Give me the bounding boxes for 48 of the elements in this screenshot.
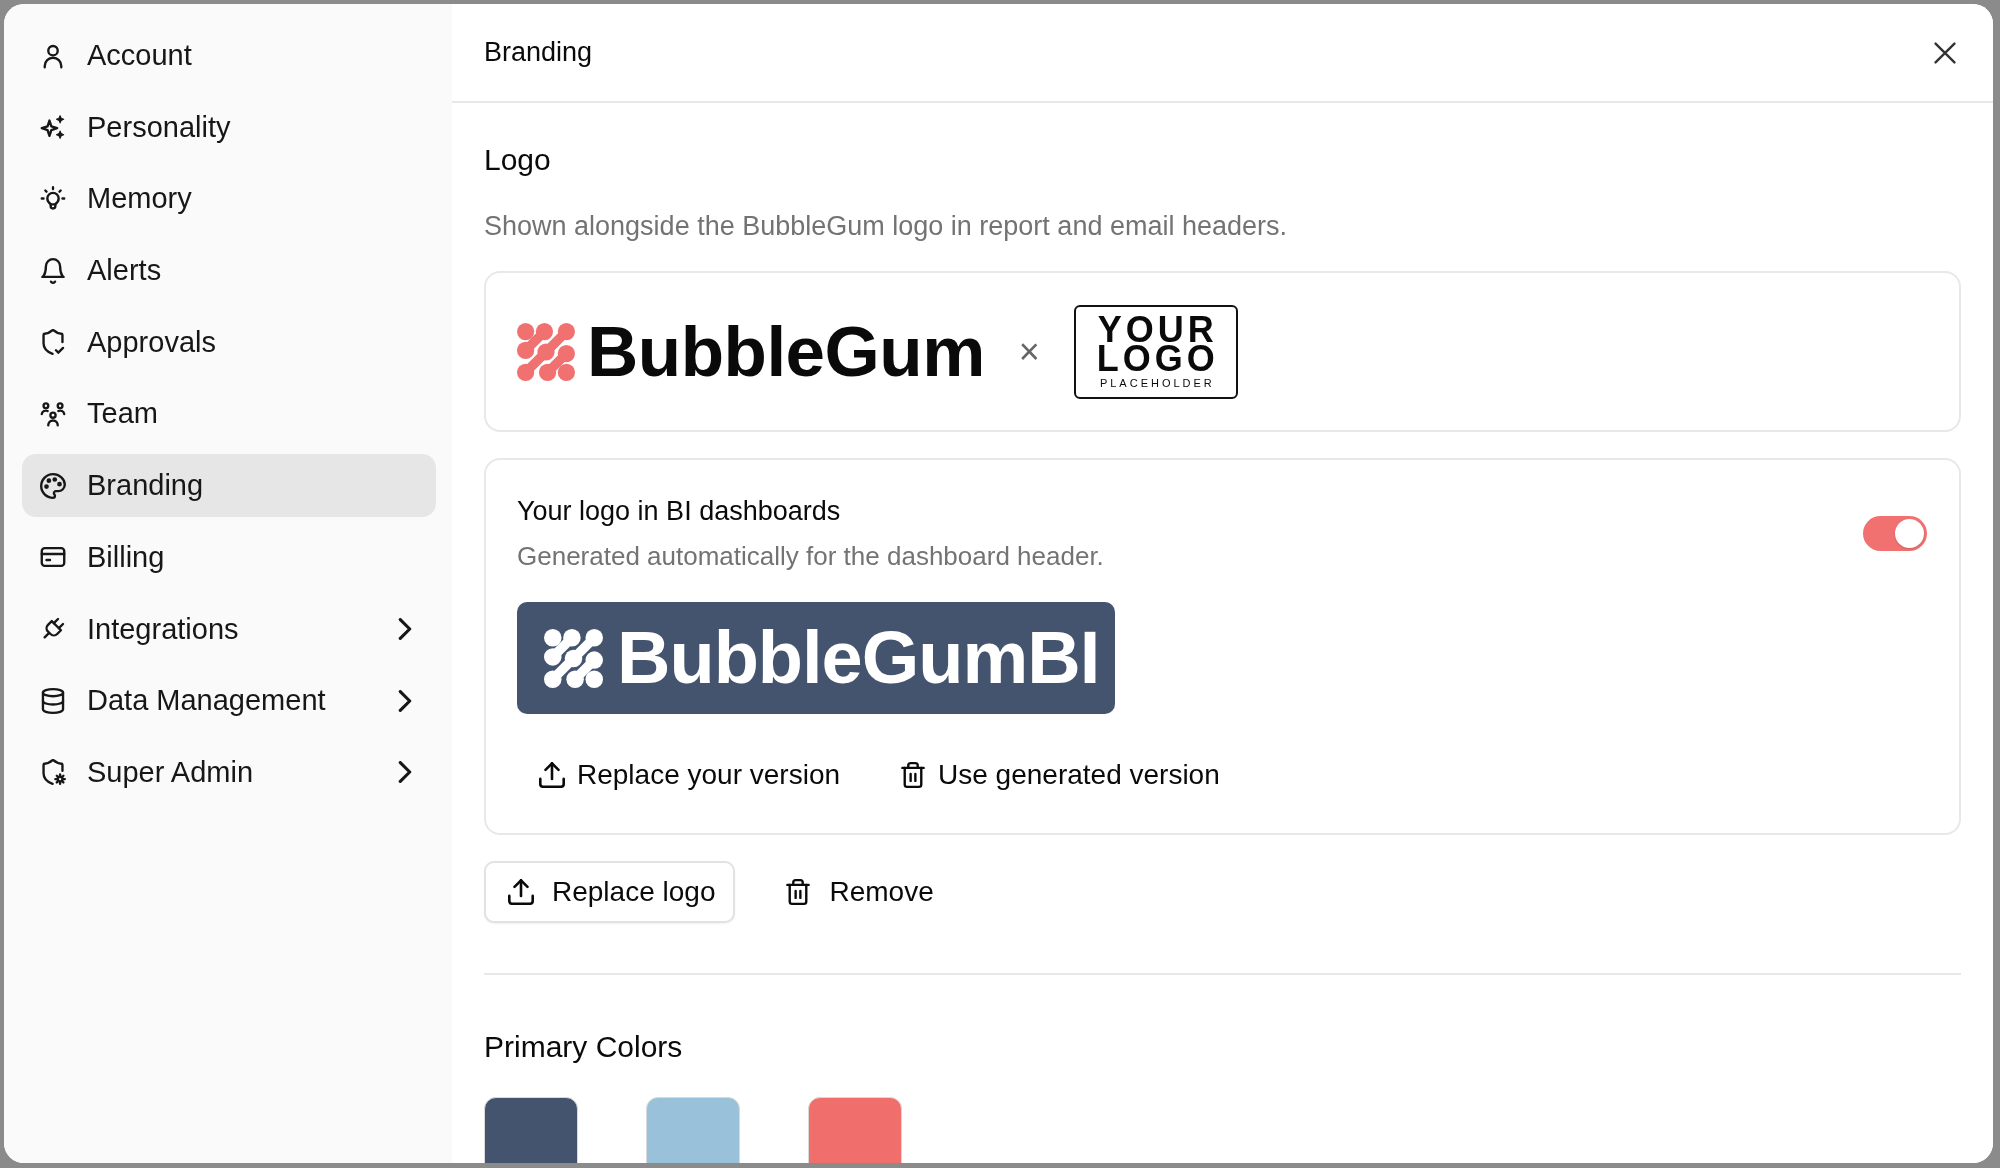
brand-mark-icon xyxy=(544,628,603,688)
brand-mark-icon xyxy=(517,322,575,381)
placeholder-text: YOUR xyxy=(1096,315,1218,344)
people-icon xyxy=(40,400,66,427)
card-description: Generated automatically for the dashboard header. xyxy=(517,540,1104,572)
color-swatch-icon[interactable] xyxy=(484,1097,578,1163)
color-swatch-icon[interactable] xyxy=(646,1097,740,1163)
sidebar-item[interactable]: Super Admin xyxy=(22,740,436,804)
sidebar-item[interactable]: Branding xyxy=(22,454,436,518)
section-heading: Primary Colors xyxy=(484,1029,684,1065)
placeholder-caption: PLACEHOLDER xyxy=(1098,376,1215,390)
upload-icon xyxy=(539,762,565,788)
card-title: Your logo in BI dashboards xyxy=(517,495,842,528)
multiply-sign: × xyxy=(1018,333,1040,370)
sidebar-item[interactable]: Billing xyxy=(22,525,436,589)
sidebar-item[interactable]: Approvals xyxy=(22,310,436,374)
close-button[interactable] xyxy=(1934,41,1956,64)
toggle-switch[interactable] xyxy=(1863,515,1927,551)
placeholder-text: LOGO xyxy=(1095,344,1219,373)
lightbulb-icon xyxy=(40,185,66,212)
palette-icon xyxy=(40,472,66,499)
panel-title: Branding xyxy=(484,37,593,68)
upload-icon xyxy=(508,879,534,905)
section-heading: Logo xyxy=(484,142,552,178)
text-action-button[interactable]: Remove xyxy=(761,861,954,923)
close-icon xyxy=(1934,41,1956,64)
trash-icon xyxy=(785,879,812,905)
action-button[interactable]: Use generated version xyxy=(878,747,1242,803)
outlined-button[interactable]: Replace logo xyxy=(484,861,736,923)
color-swatch-icon[interactable] xyxy=(808,1097,902,1163)
bi-wordmark: BubbleGumBI xyxy=(617,621,1100,695)
brand-wordmark: BubbleGum xyxy=(587,316,985,387)
section-description: Shown alongside the BubbleGum logo in report and email headers. xyxy=(484,210,1288,242)
sidebar-item[interactable]: Personality xyxy=(22,95,436,159)
database-icon xyxy=(40,687,66,714)
sidebar-item[interactable]: Integrations xyxy=(22,597,436,661)
action-button[interactable]: Replace your version xyxy=(517,747,863,803)
bell-icon xyxy=(40,257,66,284)
sidebar-item[interactable]: Data Management xyxy=(22,669,436,733)
trash-icon xyxy=(900,762,927,788)
sparkles-icon xyxy=(40,114,66,141)
sidebar-item[interactable]: Team xyxy=(22,382,436,446)
shield-gear-icon xyxy=(40,759,66,786)
sidebar-item[interactable]: Memory xyxy=(22,167,436,231)
shield-check-icon xyxy=(40,329,66,356)
sidebar-item[interactable]: Account xyxy=(22,24,436,87)
plug-icon xyxy=(40,616,66,642)
sidebar-item[interactable]: Alerts xyxy=(22,239,436,303)
